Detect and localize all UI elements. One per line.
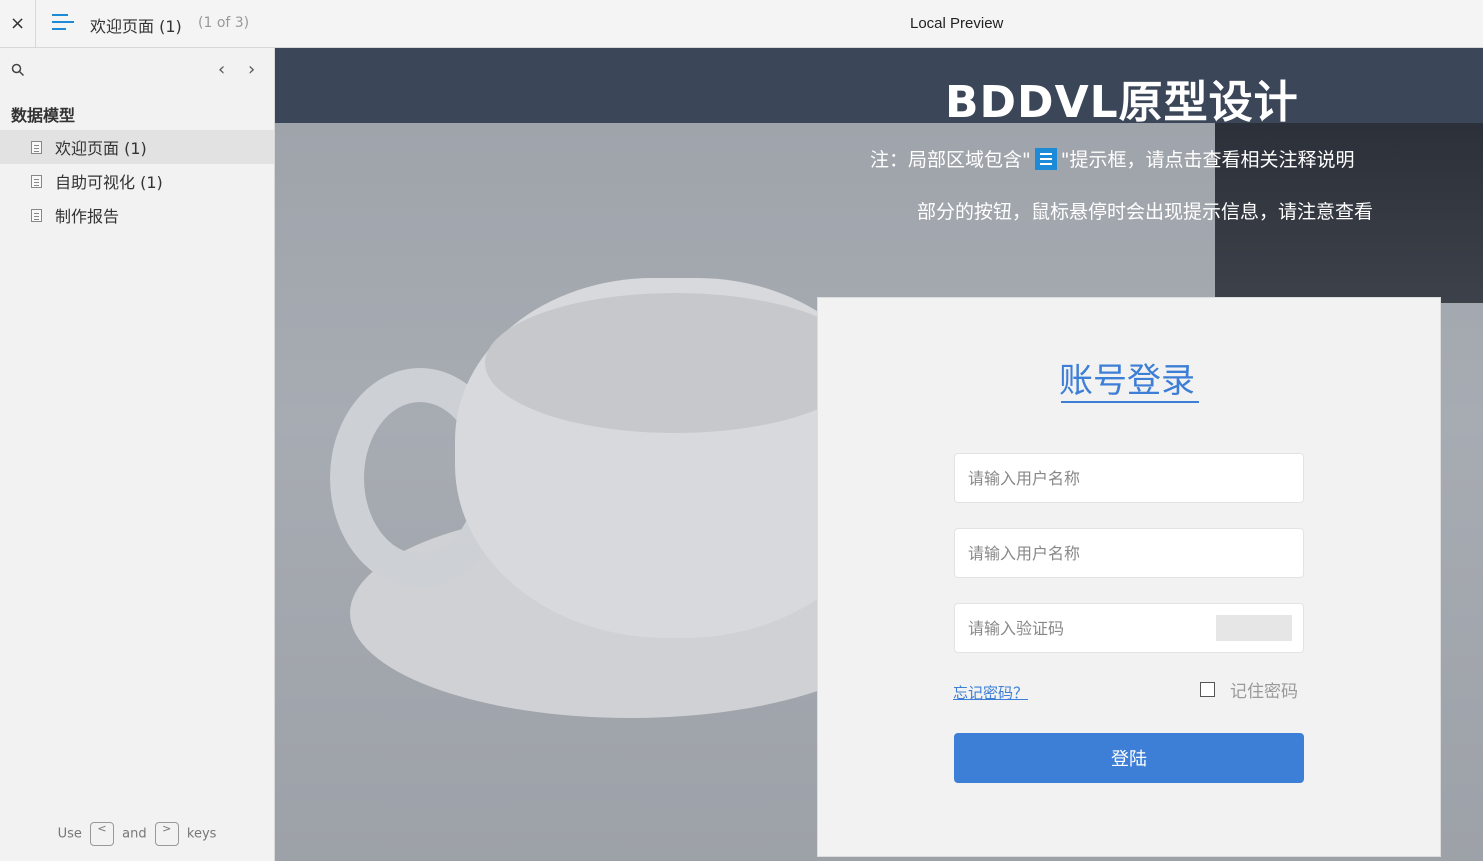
- remember-checkbox[interactable]: [1200, 682, 1215, 697]
- sidebar: ‹ › 数据模型 欢迎页面 (1) 自助可视化 (1) 制作报告 Use < a…: [0, 48, 275, 861]
- tree-item-label: 制作报告: [55, 207, 120, 226]
- remember-label: 记住密码: [1230, 682, 1298, 702]
- main-content: BDDVL原型设计 注：局部区域包含" "提示框，请点击查看相关注释说明 部分的…: [275, 48, 1483, 861]
- section-title: 数据模型: [11, 106, 76, 125]
- tree-item-self-service-visualization[interactable]: 自助可视化 (1): [0, 164, 274, 198]
- note-list-icon: [1034, 147, 1057, 170]
- header-band: [275, 48, 1483, 123]
- tree-item-make-report[interactable]: 制作报告: [0, 198, 274, 232]
- page-tree: 欢迎页面 (1) 自助可视化 (1) 制作报告: [0, 130, 274, 232]
- close-icon: ×: [9, 13, 26, 34]
- tree-item-label: 欢迎页面 (1): [55, 139, 147, 158]
- prev-page-chevron-icon[interactable]: ‹: [218, 59, 225, 80]
- hamburger-menu-icon[interactable]: [52, 14, 74, 32]
- coffee-cup-rim: [485, 293, 865, 433]
- page-counter: (1 of 3): [198, 15, 250, 31]
- next-key-icon: >: [154, 822, 179, 846]
- top-bar: × 欢迎页面 (1) (1 of 3) Local Preview: [0, 0, 1483, 48]
- login-title-underline: [1061, 401, 1199, 403]
- app-title: Local Preview: [910, 15, 1004, 32]
- annotation-note: 注：局部区域包含" "提示框，请点击查看相关注释说明: [870, 147, 1355, 171]
- page-icon: [31, 140, 42, 154]
- forgot-password-link[interactable]: 忘记密码？: [953, 682, 1028, 703]
- search-icon[interactable]: [11, 63, 25, 77]
- brand-title: BDDVL原型设计: [945, 77, 1299, 128]
- page-icon: [31, 174, 42, 188]
- next-page-chevron-icon[interactable]: ›: [248, 59, 255, 80]
- close-button[interactable]: ×: [0, 0, 36, 47]
- remember-password[interactable]: 记住密码: [1200, 677, 1298, 702]
- tree-item-label: 自助可视化 (1): [55, 173, 163, 192]
- hover-hint-note: 部分的按钮，鼠标悬停时会出现提示信息，请注意查看: [917, 201, 1374, 223]
- keyboard-hint: Use < and > keys: [0, 822, 274, 846]
- page-icon: [31, 208, 42, 222]
- login-button[interactable]: 登陆: [954, 733, 1304, 783]
- password-input[interactable]: [954, 528, 1304, 578]
- username-input[interactable]: [954, 453, 1304, 503]
- prev-key-icon: <: [90, 822, 114, 846]
- tree-item-welcome[interactable]: 欢迎页面 (1): [0, 130, 274, 164]
- page-title: 欢迎页面 (1): [90, 17, 182, 36]
- captcha-image[interactable]: [1216, 615, 1292, 641]
- login-title: 账号登录: [1059, 361, 1195, 401]
- login-card: 账号登录 忘记密码？ 记住密码 登陆: [817, 297, 1441, 857]
